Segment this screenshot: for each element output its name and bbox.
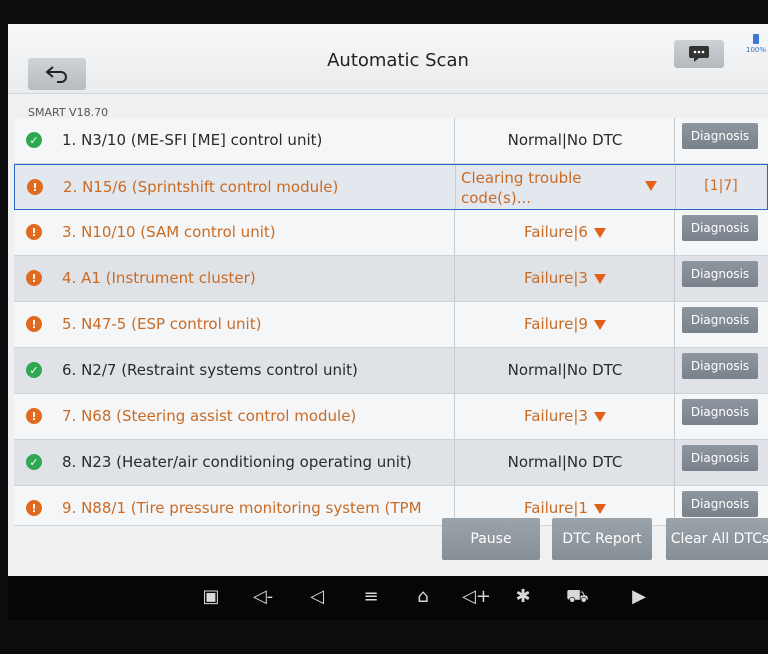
menu-icon[interactable]: ≡ xyxy=(360,586,382,608)
table-row[interactable]: ! 3. N10/10 (SAM control unit) Failure|6 Di… xyxy=(14,210,768,256)
module-name: 8. N23 (Heater/air conditioning operatin… xyxy=(62,453,412,471)
column-divider xyxy=(454,302,455,347)
table-row[interactable]: ! 5. N47-5 (ESP control unit) Failure|9 Dia… xyxy=(14,302,768,348)
module-name: 2. N15/6 (Sprintshift control module) xyxy=(63,178,339,196)
alert-icon: ! xyxy=(27,179,43,195)
diagnosis-button[interactable]: Diagnosis xyxy=(682,123,758,149)
status-text: Failure|6 xyxy=(524,223,588,241)
message-button[interactable] xyxy=(674,40,724,68)
back-arrow-icon xyxy=(45,66,67,83)
status-text: Normal|No DTC xyxy=(507,131,623,149)
page-title: Automatic Scan xyxy=(327,50,469,71)
vci-icon[interactable]: ⛟ xyxy=(566,586,589,608)
alert-icon: ! xyxy=(26,270,42,286)
back-icon[interactable]: ◁ xyxy=(306,586,328,608)
expand-arrow-icon[interactable] xyxy=(593,411,606,422)
diagnosis-button[interactable]: Diagnosis xyxy=(682,215,758,241)
module-status: Clearing trouble code(s)... xyxy=(461,169,582,207)
table-row[interactable]: ✓ 1. N3/10 (ME-SFI [ME] control unit) Norm… xyxy=(14,118,768,164)
column-divider xyxy=(454,394,455,439)
module-status: Normal|No DTC xyxy=(462,453,668,471)
module-name: 3. N10/10 (SAM control unit) xyxy=(62,223,276,241)
status-text: Failure|1 xyxy=(524,499,588,517)
expand-arrow-icon[interactable] xyxy=(593,273,606,284)
column-divider xyxy=(674,118,675,163)
module-status: Normal|No DTC xyxy=(462,131,668,149)
diagnosis-button[interactable]: Diagnosis xyxy=(682,491,758,517)
status-text: Failure|3 xyxy=(524,407,588,425)
module-status: Failure|3 xyxy=(462,269,668,287)
status-text: Failure|9 xyxy=(524,315,588,333)
alert-icon: ! xyxy=(26,316,42,332)
column-divider xyxy=(674,256,675,301)
column-divider xyxy=(674,440,675,485)
title-bar: Automatic Scan 100% xyxy=(8,24,768,94)
check-icon: ✓ xyxy=(26,132,42,148)
alert-icon: ! xyxy=(26,224,42,240)
module-name: 1. N3/10 (ME-SFI [ME] control unit) xyxy=(62,131,323,149)
column-divider xyxy=(674,210,675,255)
column-divider xyxy=(454,210,455,255)
column-divider xyxy=(454,440,455,485)
module-name: 6. N2/7 (Restraint systems control unit) xyxy=(62,361,358,379)
module-status: Failure|9 xyxy=(462,315,668,333)
table-row[interactable]: ! 2. N15/6 (Sprintshift control module) Cl… xyxy=(14,164,768,210)
module-name: 5. N47-5 (ESP control unit) xyxy=(62,315,262,333)
clear-progress: [1|7] xyxy=(704,178,738,194)
module-status: Failure|1 xyxy=(462,499,668,517)
diagnosis-button[interactable]: Diagnosis xyxy=(682,307,758,333)
clear-all-dtcs-button[interactable]: Clear All DTCs xyxy=(666,518,768,560)
diagnosis-button[interactable]: Diagnosis xyxy=(682,353,758,379)
check-icon: ✓ xyxy=(26,454,42,470)
column-divider xyxy=(454,256,455,301)
battery-level: 100% xyxy=(745,46,766,54)
battery-indicator: 100% xyxy=(744,34,768,54)
table-row[interactable]: ! 4. A1 (Instrument cluster) Failure|3 Diag… xyxy=(14,256,768,302)
volume-down-icon[interactable]: ◁- xyxy=(252,586,274,608)
diagnosis-button[interactable]: Diagnosis xyxy=(682,261,758,287)
module-status: Normal|No DTC xyxy=(462,361,668,379)
home-icon[interactable]: ⌂ xyxy=(412,586,434,608)
module-name: 7. N68 (Steering assist control module) xyxy=(62,407,357,425)
status-text: Normal|No DTC xyxy=(507,361,623,379)
dtc-report-button[interactable]: DTC Report xyxy=(552,518,652,560)
column-divider xyxy=(454,348,455,393)
battery-icon xyxy=(753,34,759,44)
column-divider xyxy=(674,348,675,393)
table-row[interactable]: ✓ 6. N2/7 (Restraint systems control unit… xyxy=(14,348,768,394)
message-icon xyxy=(689,46,709,62)
table-row[interactable]: ✓ 8. N23 (Heater/air conditioning operati… xyxy=(14,440,768,486)
module-name: 4. A1 (Instrument cluster) xyxy=(62,269,256,287)
table-row[interactable]: ! 9. N88/1 (Tire pressure monitoring syst… xyxy=(14,486,768,526)
alert-icon: ! xyxy=(26,500,42,516)
bluetooth-icon[interactable]: ✱ xyxy=(512,586,534,608)
module-status: Failure|6 xyxy=(462,223,668,241)
app-screen: Automatic Scan 100% SMART V18.70 ✓ 1. N3/… xyxy=(8,24,768,592)
gallery-icon[interactable]: ▣ xyxy=(200,586,222,608)
table-row[interactable]: ! 7. N68 (Steering assist control module)… xyxy=(14,394,768,440)
screen-record-icon[interactable]: ▶ xyxy=(628,586,650,608)
module-status: Failure|3 xyxy=(462,407,668,425)
alert-icon: ! xyxy=(26,408,42,424)
module-name: 9. N88/1 (Tire pressure monitoring syste… xyxy=(62,499,422,517)
diagnosis-button[interactable]: Diagnosis xyxy=(682,445,758,471)
expand-arrow-icon[interactable] xyxy=(593,319,606,330)
column-divider xyxy=(454,118,455,163)
status-text: Normal|No DTC xyxy=(507,453,623,471)
pause-button[interactable]: Pause xyxy=(442,518,540,560)
volume-up-icon[interactable]: ◁+ xyxy=(462,586,491,608)
scan-results-table: ✓ 1. N3/10 (ME-SFI [ME] control unit) Norm… xyxy=(14,118,768,526)
back-button[interactable] xyxy=(28,58,86,90)
diagnosis-button[interactable]: Diagnosis xyxy=(682,399,758,425)
column-divider xyxy=(675,165,676,209)
expand-arrow-icon[interactable] xyxy=(645,181,657,191)
status-text: Failure|3 xyxy=(524,269,588,287)
expand-arrow-icon[interactable] xyxy=(593,503,606,514)
check-icon: ✓ xyxy=(26,362,42,378)
expand-arrow-icon[interactable] xyxy=(593,227,606,238)
column-divider xyxy=(674,394,675,439)
system-nav-bar: ▣ ◁- ◁ ≡ ⌂ ◁+ ✱ ⛟ ▶ xyxy=(8,576,768,620)
column-divider xyxy=(674,302,675,347)
column-divider xyxy=(455,165,456,209)
